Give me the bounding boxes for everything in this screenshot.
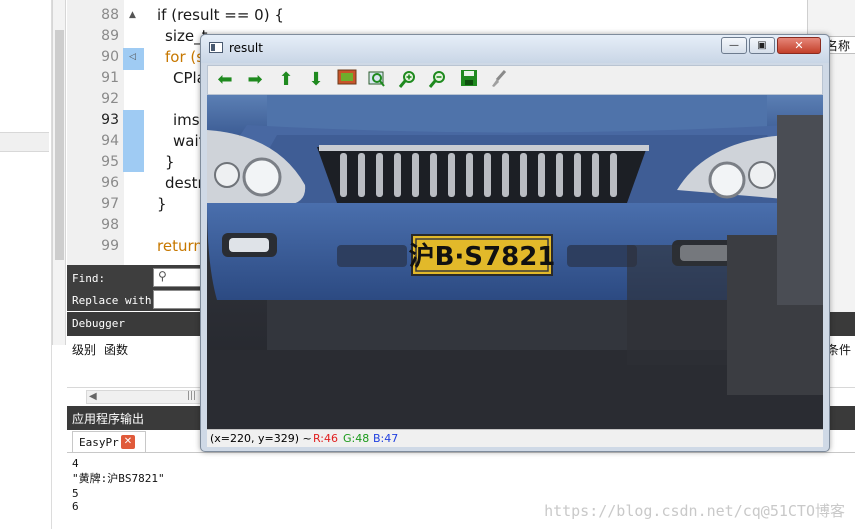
- fold-arrow-icon[interactable]: ◁: [129, 52, 136, 62]
- output-tab-label: EasyPr: [79, 436, 119, 449]
- divider: [67, 452, 855, 453]
- maximize-button[interactable]: ▣: [749, 37, 775, 54]
- left-panel-row[interactable]: [0, 132, 49, 152]
- zoom-out-icon[interactable]: [427, 69, 449, 91]
- minimize-button[interactable]: —: [721, 37, 747, 54]
- status-bar: (x=220, y=329) ~ R:46 G:48 B:47: [207, 429, 823, 447]
- scrollbar-thumb[interactable]: [55, 30, 64, 260]
- find-label: Find:: [72, 272, 106, 285]
- line-number: 94: [101, 133, 119, 149]
- image-toolbar: ⬅ ➡ ⬆ ⬇: [207, 65, 823, 95]
- column-function[interactable]: 函数: [104, 341, 128, 358]
- desktop: 88 89 90 91 92 93 94 95 96 97 98 99 ▲ ◁ …: [0, 0, 855, 529]
- red-value: R:46: [313, 432, 339, 445]
- scroll-left-icon[interactable]: ◀: [89, 391, 97, 402]
- line-number: 88: [101, 7, 119, 23]
- watermark: https://blog.csdn.net/cq@51CTO博客: [544, 502, 845, 520]
- cursor-coords: (x=220, y=329) ~: [210, 432, 312, 445]
- replace-label: Replace with:: [72, 294, 159, 307]
- result-window[interactable]: result — ▣ ✕ ⬅ ➡ ⬆ ⬇ 沪B·S7821 (x=220, y=…: [200, 34, 830, 452]
- green-value: G:48: [343, 432, 370, 445]
- line-number: 98: [101, 217, 119, 233]
- window-title: result: [229, 41, 263, 55]
- output-line: 6: [72, 500, 79, 513]
- code-line: }: [165, 153, 175, 171]
- search-icon: ⚲: [158, 269, 167, 283]
- window-icon: [209, 42, 223, 53]
- editor-vertical-scrollbar[interactable]: [52, 0, 66, 345]
- output-line: 4: [72, 457, 79, 470]
- line-number: 95: [101, 154, 119, 170]
- left-panel: [0, 0, 52, 529]
- line-number: 89: [101, 28, 119, 44]
- title-bar[interactable]: result — ▣ ✕: [201, 35, 829, 63]
- column-condition[interactable]: 条件: [827, 341, 851, 358]
- result-image[interactable]: 沪B·S7821: [207, 95, 823, 429]
- debugger-title: Debugger: [72, 317, 125, 330]
- code-line: destr: [165, 174, 204, 192]
- output-tab[interactable]: EasyPr ✕: [72, 431, 146, 453]
- column-level[interactable]: 级别: [72, 341, 96, 358]
- arrow-down-icon[interactable]: ⬇: [305, 69, 327, 91]
- fold-arrow-icon[interactable]: ▲: [129, 10, 136, 20]
- output-line: "黄牌:沪BS7821": [72, 472, 165, 485]
- code-line: for (s: [165, 48, 205, 66]
- code-line: if (result == 0) {: [157, 6, 284, 24]
- change-marker: [123, 110, 144, 172]
- line-number: 91: [101, 70, 119, 86]
- truck-front-image: 沪B·S7821: [207, 95, 823, 429]
- output-line: 5: [72, 487, 79, 500]
- zoom-in-icon[interactable]: [397, 69, 419, 91]
- close-button[interactable]: ✕: [777, 37, 821, 54]
- line-number: 92: [101, 91, 119, 107]
- line-number: 90: [101, 49, 119, 65]
- arrow-up-icon[interactable]: ⬆: [275, 69, 297, 91]
- code-line: return: [157, 237, 203, 255]
- plate-text: 沪B·S7821: [409, 242, 556, 272]
- close-icon[interactable]: ✕: [121, 435, 135, 449]
- blue-value: B:47: [373, 432, 399, 445]
- image-icon[interactable]: [336, 69, 358, 91]
- save-icon[interactable]: [458, 69, 480, 91]
- brush-icon[interactable]: [488, 69, 510, 91]
- line-number: 97: [101, 196, 119, 212]
- line-number: 99: [101, 238, 119, 254]
- zoom-fit-icon[interactable]: [366, 69, 388, 91]
- scroll-grip-icon[interactable]: |||: [187, 391, 196, 401]
- code-line: }: [157, 195, 167, 213]
- arrow-right-icon[interactable]: ➡: [244, 69, 266, 91]
- arrow-left-icon[interactable]: ⬅: [214, 69, 236, 91]
- horizontal-scrollbar[interactable]: ◀ |||: [86, 390, 206, 404]
- line-number: 93: [101, 112, 119, 128]
- line-number: 96: [101, 175, 119, 191]
- app-output-title: 应用程序输出: [72, 412, 145, 426]
